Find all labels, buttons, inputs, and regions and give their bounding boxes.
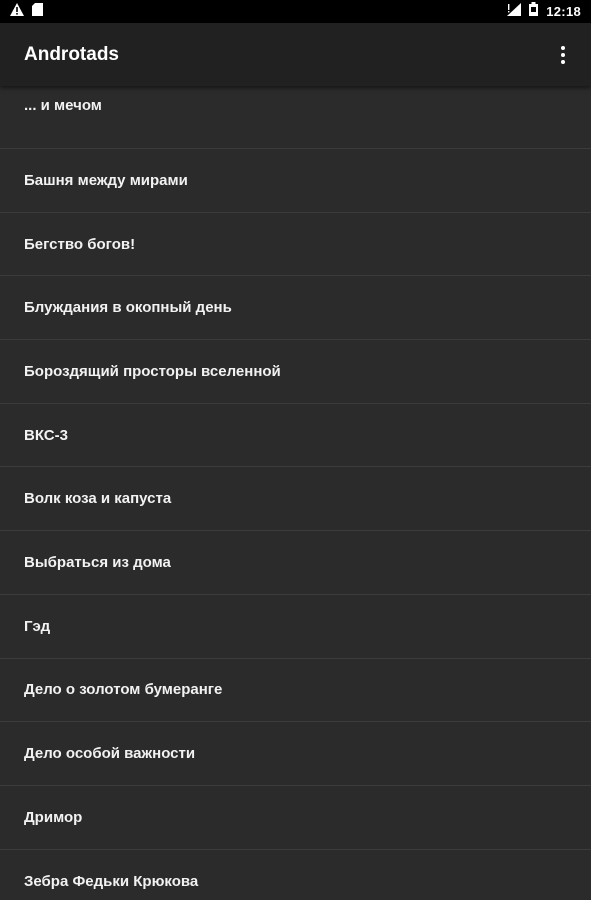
warning-icon [10, 2, 24, 21]
list-item[interactable]: Дело особой важности [0, 722, 591, 786]
status-bar: 12:18 [0, 0, 591, 23]
list-item-label: Зебра Федьки Крюкова [24, 872, 199, 890]
list-item-label: Башня между мирами [24, 171, 188, 189]
more-vert-icon[interactable] [551, 39, 575, 71]
app-title: Androtads [24, 43, 119, 65]
list-item-label: Дело о золотом бумеранге [24, 681, 223, 699]
list-item[interactable]: Башня между мирами [0, 149, 591, 213]
signal-icon [507, 2, 522, 21]
list-item[interactable]: Волк коза и капуста [0, 467, 591, 532]
list-item[interactable]: Блуждания в окопный день [0, 276, 591, 341]
list-item[interactable]: Выбраться из дома [0, 531, 591, 595]
list-item[interactable]: ... и мечом [0, 86, 591, 149]
app-bar: Androtads [0, 23, 591, 86]
list-item[interactable]: Дело о золотом бумеранге [0, 659, 591, 723]
game-list[interactable]: ... и мечом Башня между мирами Бегство б… [0, 86, 591, 900]
list-item[interactable]: Дримор [0, 786, 591, 850]
list-item-label: Волк коза и капуста [24, 490, 172, 508]
list-item-label: ВКС-3 [24, 426, 68, 444]
list-item[interactable]: Бегство богов! [0, 213, 591, 277]
list-item-label: Гэд [24, 617, 51, 635]
list-item-label: Бороздящий просторы вселенной [24, 362, 281, 380]
list-item[interactable]: Гэд [0, 595, 591, 659]
status-right-icons: 12:18 [507, 2, 581, 21]
battery-icon [529, 2, 539, 21]
list-item-label: Выбраться из дома [24, 553, 171, 571]
sd-card-icon [32, 2, 43, 21]
status-time: 12:18 [546, 4, 581, 19]
list-item-label: Блуждания в окопный день [24, 299, 232, 317]
list-item-label: Бегство богов! [24, 235, 136, 253]
status-left-icons [10, 2, 43, 21]
list-item-label: Дримор [24, 808, 83, 826]
list-item-label: ... и мечом [24, 97, 102, 114]
list-item[interactable]: Бороздящий просторы вселенной [0, 340, 591, 404]
list-item[interactable]: Зебра Федьки Крюкова [0, 850, 591, 900]
list-item-label: Дело особой важности [24, 745, 196, 763]
list-item[interactable]: ВКС-3 [0, 404, 591, 468]
